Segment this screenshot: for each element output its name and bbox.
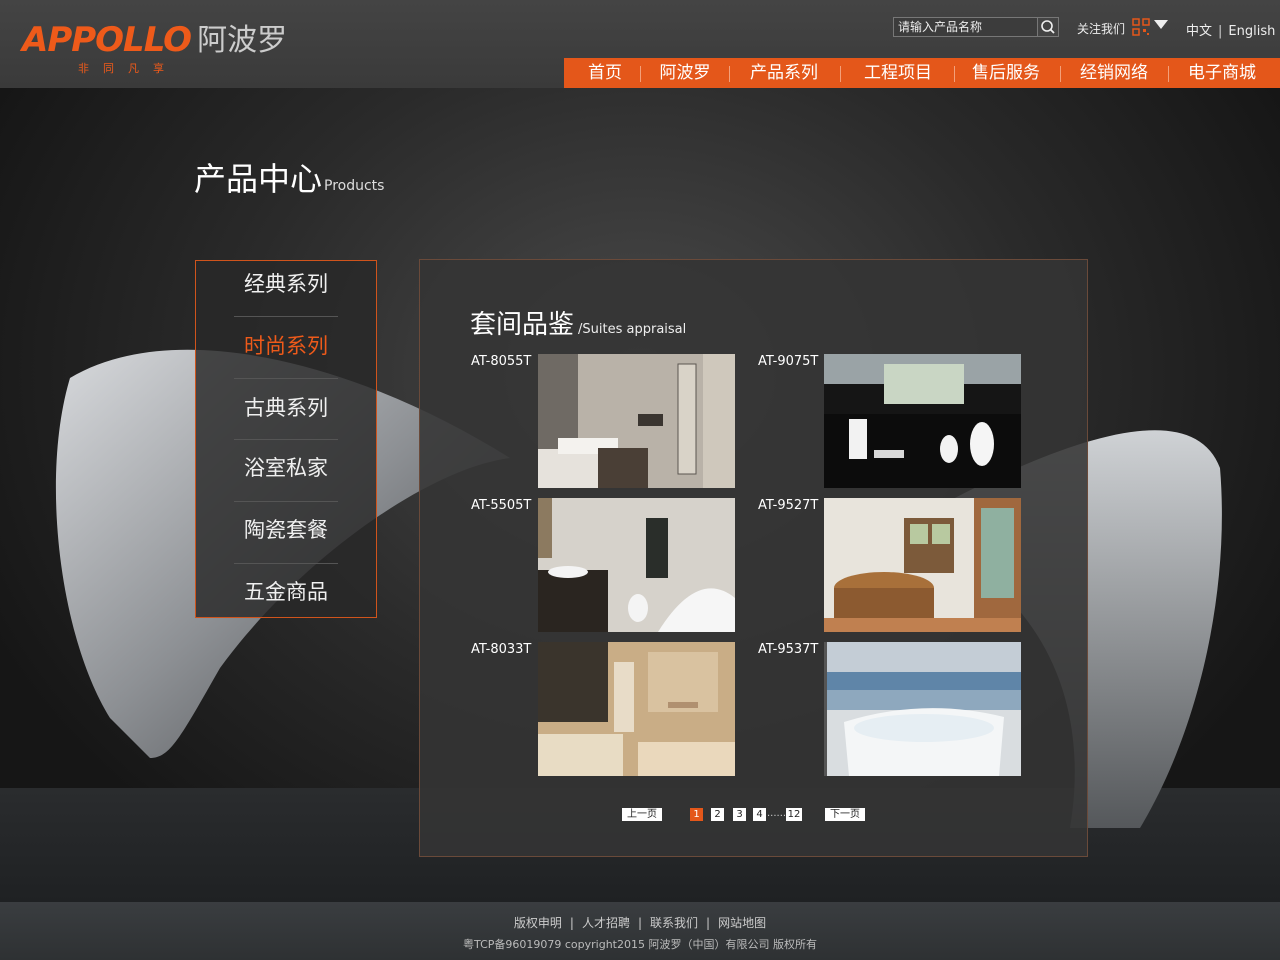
lang-en-link[interactable]: English (1228, 24, 1275, 39)
nav-item-products[interactable]: 产品系列 (734, 58, 834, 88)
page-title: 产品中心 Products (194, 154, 384, 200)
site-footer: 版权申明 | 人才招聘 | 联系我们 | 网站地图 粤TCP备96019079 copyri… (0, 902, 1280, 960)
prev-page-button[interactable]: 上一页 (622, 808, 662, 821)
lang-cn-link[interactable]: 中文 (1186, 24, 1212, 39)
product-thumbnail[interactable] (538, 642, 735, 776)
qr-code-icon[interactable] (1132, 18, 1150, 36)
nav-item-projects[interactable]: 工程项目 (848, 58, 948, 88)
footer-separator: | (637, 916, 643, 930)
follow-us-link[interactable]: 关注我们 (1077, 20, 1125, 37)
footer-link-contact[interactable]: 联系我们 (650, 916, 698, 930)
product-code: AT-8055T (471, 354, 532, 369)
next-page-button[interactable]: 下一页 (825, 808, 865, 821)
search-button[interactable] (1037, 17, 1059, 37)
footer-copyright: 粤TCP备96019079 copyright2015 阿波罗（中国）有限公司 … (463, 938, 817, 951)
nav-item-dealers[interactable]: 经销网络 (1064, 58, 1164, 88)
sidebar-item-antique[interactable]: 古典系列 (196, 385, 376, 447)
footer-link-copyright[interactable]: 版权申明 (514, 916, 562, 930)
dropdown-triangle-icon[interactable] (1154, 20, 1168, 29)
hero-background: 产品中心 Products 经典系列 时尚系列 古典系列 浴室私家 陶瓷套餐 五金… (0, 88, 1280, 902)
product-thumbnail[interactable] (538, 354, 735, 488)
footer-separator: | (569, 916, 574, 930)
sidebar-item-private-bath[interactable]: 浴室私家 (196, 445, 376, 507)
search-input[interactable] (893, 17, 1043, 37)
page-number-last[interactable]: 12 (786, 808, 802, 821)
sidebar-item-classic[interactable]: 经典系列 (196, 261, 376, 323)
product-code: AT-8033T (471, 642, 532, 657)
nav-separator (729, 66, 730, 82)
panel-title-en: /Suites appraisal (578, 322, 687, 337)
sidebar-item-fashion[interactable]: 时尚系列 (196, 323, 376, 385)
main-nav: 首页 阿波罗 产品系列 工程项目 售后服务 经销网络 电子商城 (564, 58, 1280, 88)
product-thumbnail[interactable] (824, 354, 1021, 488)
product-code: AT-9075T (758, 354, 819, 369)
product-panel: 套间品鉴/Suites appraisal AT-8055T AT-9075T (419, 259, 1088, 857)
page-title-cn: 产品中心 (194, 160, 323, 198)
product-thumbnail[interactable] (824, 498, 1021, 632)
language-switch: 中文 | English (1186, 20, 1275, 39)
footer-link-sitemap[interactable]: 网站地图 (718, 916, 766, 930)
search-box (893, 17, 1059, 37)
nav-item-appollo[interactable]: 阿波罗 (644, 58, 726, 88)
panel-title: 套间品鉴/Suites appraisal (470, 304, 686, 341)
footer-links: 版权申明 | 人才招聘 | 联系我们 | 网站地图 (0, 914, 1280, 931)
product-code: AT-9537T (758, 642, 819, 657)
lang-separator: | (1218, 24, 1223, 39)
category-sidebar: 经典系列 时尚系列 古典系列 浴室私家 陶瓷套餐 五金商品 (195, 260, 377, 618)
search-icon (1041, 20, 1055, 34)
brand-slogan: 非同凡享 (78, 62, 178, 75)
nav-item-home[interactable]: 首页 (572, 58, 638, 88)
sidebar-divider (234, 439, 338, 440)
panel-title-cn: 套间品鉴 (470, 310, 575, 340)
page-number-current[interactable]: 1 (690, 808, 703, 821)
product-code: AT-5505T (471, 498, 532, 513)
product-thumbnail[interactable] (538, 498, 735, 632)
sidebar-divider (234, 501, 338, 502)
nav-separator (1168, 66, 1169, 82)
product-thumbnail[interactable] (824, 642, 1021, 776)
nav-separator (954, 66, 955, 82)
sidebar-item-ceramic-set[interactable]: 陶瓷套餐 (196, 507, 376, 569)
product-code: AT-9527T (758, 498, 819, 513)
page-number[interactable]: 2 (711, 808, 724, 821)
footer-link-jobs[interactable]: 人才招聘 (582, 916, 630, 930)
nav-separator (640, 66, 641, 82)
brand-name-en: APPOLLO (22, 20, 192, 60)
site-header: APPOLLO阿波罗 非同凡享 关注我们 中文|English 首页 阿波罗 产… (0, 0, 1280, 88)
nav-item-eshop[interactable]: 电子商城 (1172, 58, 1272, 88)
page-number[interactable]: 3 (733, 808, 746, 821)
page-title-en: Products (324, 178, 385, 194)
sidebar-item-hardware[interactable]: 五金商品 (196, 569, 376, 631)
nav-separator (1060, 66, 1061, 82)
sidebar-divider (234, 378, 338, 379)
brand-logo[interactable]: APPOLLO 阿波罗 非同凡享 (22, 20, 288, 75)
nav-item-service[interactable]: 售后服务 (956, 58, 1056, 88)
brand-name-cn: 阿波罗 (197, 23, 288, 58)
page-ellipsis: ...... (767, 808, 787, 819)
sidebar-divider (234, 563, 338, 564)
page-number[interactable]: 4 (753, 808, 766, 821)
footer-separator: | (706, 916, 711, 930)
nav-separator (840, 66, 841, 82)
sidebar-divider (234, 316, 338, 317)
